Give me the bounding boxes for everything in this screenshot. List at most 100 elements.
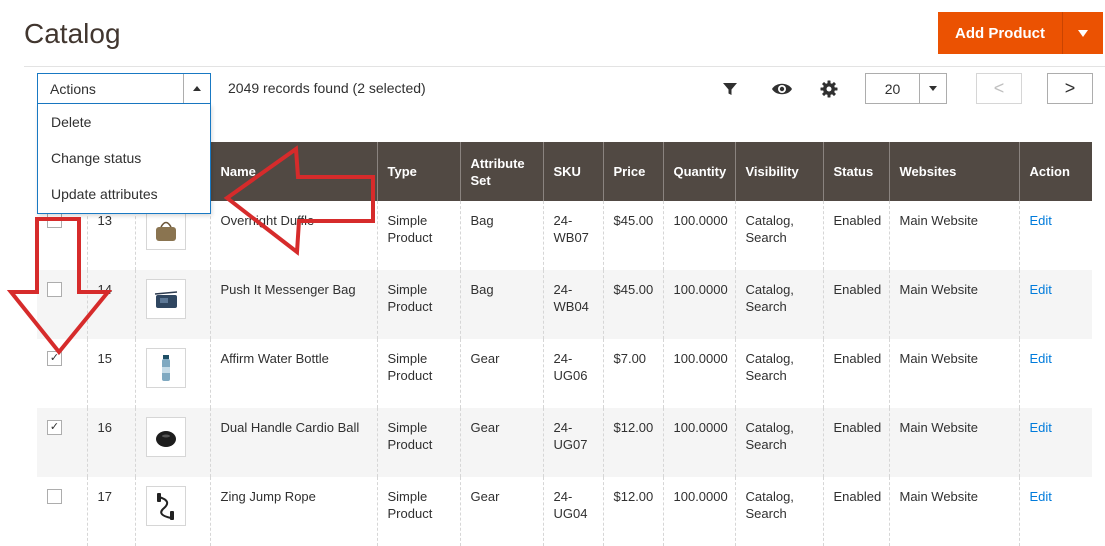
records-count: 2049 records found (2 selected) (228, 80, 426, 96)
page-title: Catalog (24, 18, 121, 49)
row-checkbox[interactable] (47, 282, 62, 297)
row-checkbox[interactable]: ✓ (47, 420, 62, 435)
name-cell: Overnight Duffle (209, 201, 377, 270)
filter-icon (723, 83, 737, 95)
status-cell: Enabled (822, 339, 889, 408)
filter-button[interactable] (719, 78, 741, 100)
action-delete[interactable]: Delete (38, 104, 210, 140)
action-change-status[interactable]: Change status (38, 140, 210, 176)
action-cell: Edit (1018, 201, 1092, 270)
select-cell[interactable] (37, 477, 87, 546)
price-cell: $7.00 (602, 339, 663, 408)
col-status[interactable]: Status (822, 142, 889, 201)
quantity-cell: 100.0000 (662, 201, 735, 270)
col-price[interactable]: Price (602, 142, 663, 201)
type-cell: Simple Product (376, 408, 460, 477)
col-websites[interactable]: Websites (888, 142, 1019, 201)
header-divider (24, 66, 1105, 67)
quantity-cell: 100.0000 (662, 339, 735, 408)
attribute-set-cell: Gear (459, 477, 543, 546)
chevron-down-icon (1078, 29, 1088, 37)
select-cell[interactable]: ✓ (37, 408, 87, 477)
status-cell: Enabled (822, 408, 889, 477)
actions-dropdown: Delete Change status Update attributes (37, 104, 211, 214)
quantity-cell: 100.0000 (662, 477, 735, 546)
chevron-down-icon (929, 86, 937, 91)
table-row[interactable]: ✓ 16 Dual Handle Cardio Ball Simple Product… (37, 408, 1092, 477)
action-cell: Edit (1018, 270, 1092, 339)
next-page-button[interactable]: > (1047, 73, 1093, 104)
col-type[interactable]: Type (376, 142, 460, 201)
per-page-toggle[interactable] (919, 74, 946, 103)
visibility-cell: Catalog, Search (734, 477, 823, 546)
quantity-cell: 100.0000 (662, 408, 735, 477)
edit-link[interactable]: Edit (1030, 282, 1052, 297)
add-product-button[interactable]: Add Product (938, 12, 1103, 54)
price-cell: $12.00 (602, 408, 663, 477)
per-page-select[interactable]: 20 (865, 73, 947, 104)
eye-icon (772, 83, 792, 95)
col-quantity[interactable]: Quantity (662, 142, 735, 201)
actions-select[interactable]: Actions (37, 73, 211, 104)
id-cell: 16 (86, 408, 135, 477)
add-product-options-toggle[interactable] (1063, 29, 1103, 37)
actions-label: Actions (50, 80, 96, 97)
action-cell: Edit (1018, 339, 1092, 408)
row-checkbox[interactable]: ✓ (47, 351, 62, 366)
name-cell: Dual Handle Cardio Ball (209, 408, 377, 477)
col-attribute-set[interactable]: Attribute Set (459, 142, 543, 201)
name-cell: Push It Messenger Bag (209, 270, 377, 339)
columns-view-button[interactable] (771, 78, 793, 100)
col-sku[interactable]: SKU (542, 142, 603, 201)
sku-cell: 24-WB04 (542, 270, 603, 339)
websites-cell: Main Website (888, 270, 1019, 339)
attribute-set-cell: Gear (459, 408, 543, 477)
product-thumbnail (145, 210, 186, 250)
type-cell: Simple Product (376, 477, 460, 546)
websites-cell: Main Website (888, 408, 1019, 477)
prev-page-button[interactable]: < (976, 73, 1022, 104)
thumbnail-cell (134, 339, 210, 408)
price-cell: $45.00 (602, 270, 663, 339)
visibility-cell: Catalog, Search (734, 339, 823, 408)
table-row[interactable]: 14 Push It Messenger Bag Simple Product Bag… (37, 270, 1092, 339)
table-row[interactable]: ✓ 15 Affirm Water Bottle Simple Product Gear… (37, 339, 1092, 408)
id-cell: 14 (86, 270, 135, 339)
status-cell: Enabled (822, 270, 889, 339)
sku-cell: 24-UG07 (542, 408, 603, 477)
quantity-cell: 100.0000 (662, 270, 735, 339)
type-cell: Simple Product (376, 201, 460, 270)
product-thumbnail (145, 348, 186, 388)
product-thumbnail (145, 417, 186, 457)
row-checkbox[interactable] (47, 489, 62, 504)
col-action: Action (1018, 142, 1092, 201)
edit-link[interactable]: Edit (1030, 213, 1052, 228)
action-update-attributes[interactable]: Update attributes (38, 176, 210, 212)
col-name[interactable]: Name (209, 142, 377, 201)
price-cell: $12.00 (602, 477, 663, 546)
name-cell: Affirm Water Bottle (209, 339, 377, 408)
status-cell: Enabled (822, 201, 889, 270)
table-row[interactable]: 17 Zing Jump Rope Simple Product Gear 24-UG0… (37, 477, 1092, 546)
row-checkbox[interactable] (47, 213, 62, 228)
visibility-cell: Catalog, Search (734, 270, 823, 339)
type-cell: Simple Product (376, 270, 460, 339)
chevron-up-icon (193, 86, 201, 91)
edit-link[interactable]: Edit (1030, 351, 1052, 366)
attribute-set-cell: Bag (459, 201, 543, 270)
actions-toggle[interactable] (183, 74, 210, 103)
select-cell[interactable]: ✓ (37, 339, 87, 408)
thumbnail-cell (134, 270, 210, 339)
select-cell[interactable] (37, 270, 87, 339)
websites-cell: Main Website (888, 477, 1019, 546)
price-cell: $45.00 (602, 201, 663, 270)
websites-cell: Main Website (888, 339, 1019, 408)
settings-button[interactable] (818, 78, 840, 100)
action-cell: Edit (1018, 477, 1092, 546)
product-thumbnail (145, 279, 186, 319)
edit-link[interactable]: Edit (1030, 489, 1052, 504)
col-visibility[interactable]: Visibility (734, 142, 823, 201)
sku-cell: 24-WB07 (542, 201, 603, 270)
edit-link[interactable]: Edit (1030, 420, 1052, 435)
status-cell: Enabled (822, 477, 889, 546)
